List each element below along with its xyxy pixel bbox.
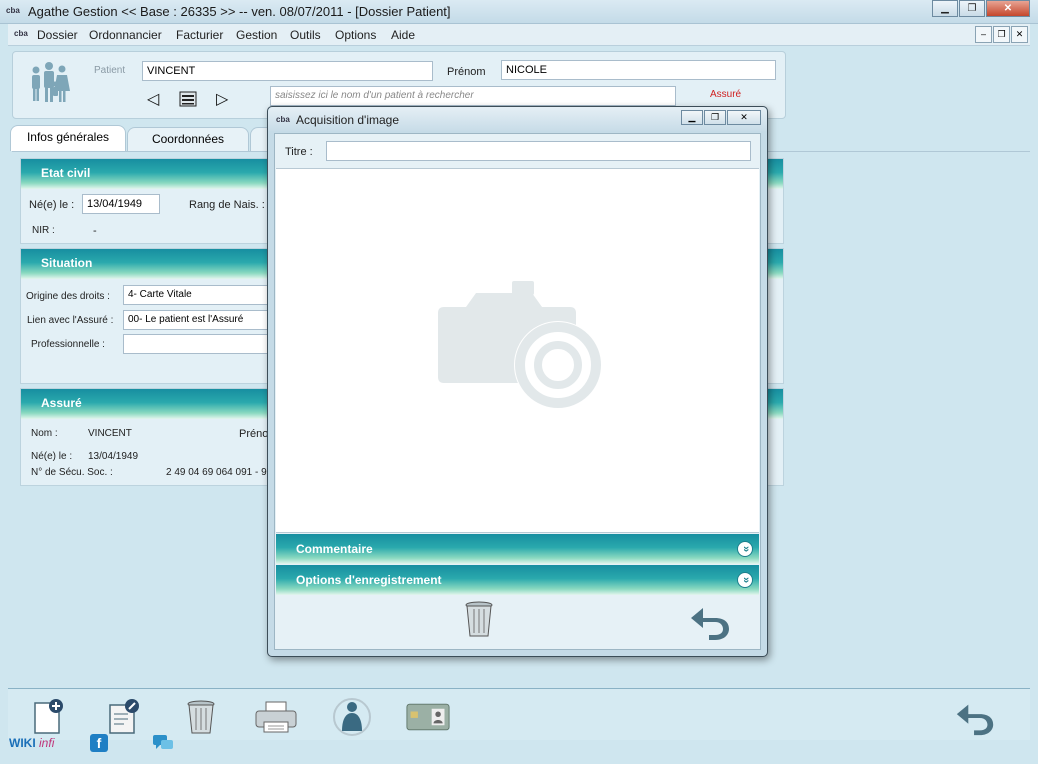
chevron-down-icon[interactable]: » — [737, 541, 753, 557]
patient-icon[interactable] — [330, 697, 374, 737]
menu-options[interactable]: Options — [335, 28, 376, 42]
printer-icon[interactable] — [254, 697, 298, 737]
menu-aide[interactable]: Aide — [391, 28, 415, 42]
commentaire-label: Commentaire — [296, 542, 373, 556]
previous-patient-button[interactable]: ◁ — [147, 89, 159, 109]
titre-input[interactable] — [326, 141, 751, 161]
assure-birthdate-value: 13/04/1949 — [88, 451, 139, 462]
dialog-maximize-button[interactable]: ❐ — [704, 110, 726, 125]
nir-value: - — [93, 225, 97, 237]
image-acquisition-dialog: cba Acquisition d'image ▁ ❐ ✕ Titre : Co… — [267, 106, 768, 657]
image-preview-area[interactable] — [276, 168, 759, 533]
return-icon[interactable] — [953, 697, 997, 737]
window-title: Agathe Gestion << Base : 26335 >> -- ven… — [28, 4, 451, 19]
window-titlebar: cba Agathe Gestion << Base : 26335 >> --… — [0, 0, 1038, 24]
prenom-label: Prénom — [447, 66, 486, 78]
secu-label: N° de Sécu. Soc. : — [31, 467, 113, 478]
assure-birthdate-label: Né(e) le : — [31, 451, 73, 462]
patient-search-input[interactable]: saisissez ici le nom d'un patient à rech… — [270, 86, 676, 106]
menu-outils[interactable]: Outils — [290, 28, 321, 42]
assure-nom-label: Nom : — [31, 428, 58, 439]
menu-gestion[interactable]: Gestion — [236, 28, 277, 42]
maximize-button[interactable]: ❐ — [959, 0, 985, 17]
birthdate-label: Né(e) le : — [29, 199, 75, 211]
minimize-button[interactable]: ▁ — [932, 0, 958, 17]
options-enregistrement-section[interactable]: Options d'enregistrement » — [276, 565, 759, 595]
nir-label: NIR : — [32, 225, 55, 236]
child-minimize-button[interactable]: – — [975, 26, 992, 43]
child-close-button[interactable]: ✕ — [1011, 26, 1028, 43]
assure-nom-value: VINCENT — [88, 428, 132, 439]
lien-assure-select[interactable]: 00- Le patient est l'Assuré — [123, 310, 283, 330]
dialog-titlebar: cba Acquisition d'image ▁ ❐ ✕ — [268, 107, 767, 131]
patient-label: Patient — [94, 65, 126, 76]
titre-label: Titre : — [285, 146, 313, 158]
footer-links: WIKI infi f — [8, 734, 1030, 756]
dialog-app-icon: cba — [276, 115, 290, 124]
patient-name-field[interactable]: VINCENT — [142, 61, 433, 81]
app-icon: cba — [6, 6, 20, 15]
professionnelle-field[interactable] — [123, 334, 283, 354]
infi-text: infi — [39, 736, 55, 750]
professionnelle-label: Professionnelle : — [31, 339, 105, 350]
vitale-card-icon[interactable] — [406, 697, 450, 737]
chat-icon[interactable] — [152, 734, 174, 755]
child-restore-button[interactable]: ❐ — [993, 26, 1010, 43]
dialog-body: Titre : Commentaire » Options d'enregist… — [274, 133, 761, 650]
close-button[interactable]: ✕ — [986, 0, 1030, 17]
tab-coordonnees[interactable]: Coordonnées — [127, 127, 249, 151]
facebook-icon[interactable]: f — [90, 734, 108, 752]
options-enregistrement-label: Options d'enregistrement — [296, 573, 442, 587]
bottom-toolbar — [8, 688, 1030, 740]
prenom-field[interactable]: NICOLE — [501, 60, 776, 80]
new-document-icon[interactable] — [25, 697, 69, 737]
dialog-return-icon[interactable] — [687, 602, 733, 643]
chevron-down-icon[interactable]: » — [737, 572, 753, 588]
patient-list-button[interactable] — [179, 91, 197, 107]
origine-droits-label: Origine des droits : — [26, 291, 110, 302]
birthdate-field[interactable]: 13/04/1949 — [82, 194, 160, 214]
lien-assure-label: Lien avec l'Assuré : — [27, 315, 114, 326]
mdi-app-icon: cba — [14, 29, 28, 38]
edit-document-icon[interactable] — [101, 697, 145, 737]
dialog-title: Acquisition d'image — [296, 113, 400, 127]
tab-infos-generales[interactable]: Infos générales — [10, 125, 126, 151]
dialog-trash-icon[interactable] — [463, 599, 495, 642]
camera-icon — [434, 277, 606, 420]
wiki-infi-link[interactable]: WIKI infi — [9, 736, 54, 750]
menu-bar: cba Dossier Ordonnancier Facturier Gesti… — [8, 24, 1030, 46]
menu-dossier[interactable]: Dossier — [37, 28, 78, 42]
family-icon — [27, 60, 73, 107]
next-patient-button[interactable]: ▷ — [216, 89, 228, 109]
dialog-close-button[interactable]: ✕ — [727, 110, 761, 125]
rang-naissance-label: Rang de Nais. : — [189, 199, 265, 211]
dialog-minimize-button[interactable]: ▁ — [681, 110, 703, 125]
secu-value: 2 49 04 69 064 091 - 91 — [166, 467, 273, 478]
commentaire-section[interactable]: Commentaire » — [276, 534, 759, 564]
menu-ordonnancier[interactable]: Ordonnancier — [89, 28, 162, 42]
trash-icon[interactable] — [179, 697, 223, 737]
assure-status: Assuré — [710, 89, 742, 100]
menu-facturier[interactable]: Facturier — [176, 28, 223, 42]
origine-droits-select[interactable]: 4- Carte Vitale — [123, 285, 283, 305]
wiki-text: WIKI — [9, 736, 36, 750]
